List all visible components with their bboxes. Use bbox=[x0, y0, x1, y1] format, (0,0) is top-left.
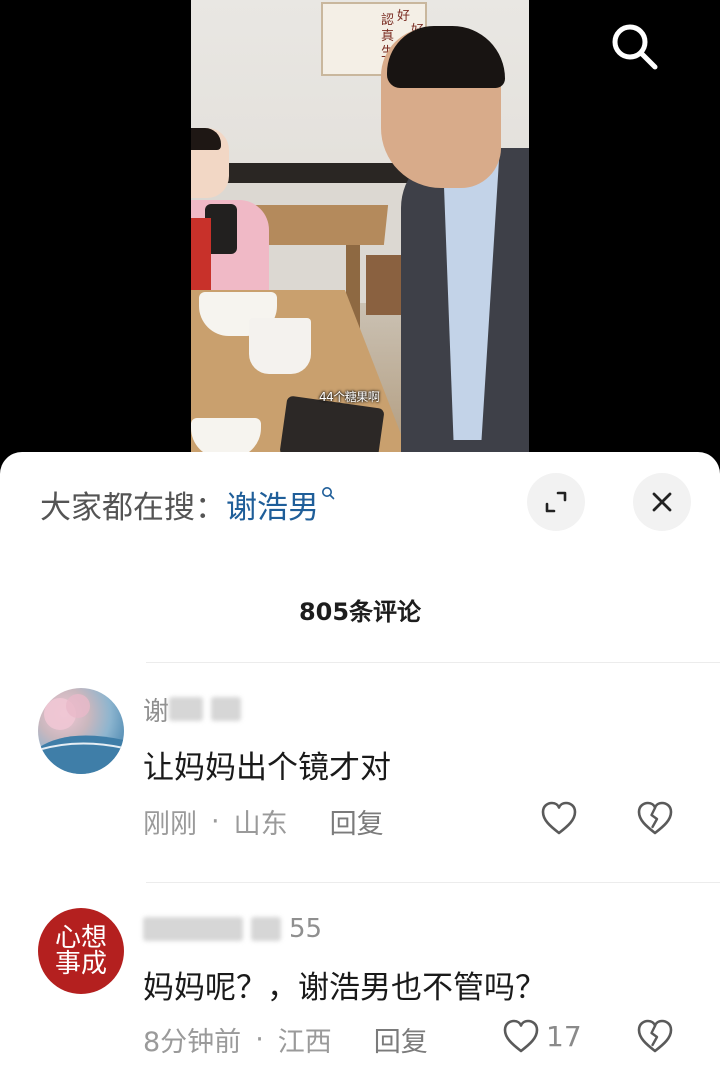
dislike-button[interactable] bbox=[636, 1018, 674, 1054]
comment-username[interactable]: 谢 bbox=[143, 694, 249, 727]
video-player[interactable]: 好 好 認 真 生 活 44个糖果啊 bbox=[0, 0, 720, 460]
divider bbox=[146, 882, 720, 883]
broken-heart-icon bbox=[637, 1019, 673, 1053]
search-button[interactable] bbox=[606, 20, 662, 76]
comment-location: 山东 bbox=[233, 809, 288, 840]
username-blur bbox=[143, 917, 243, 941]
like-button[interactable]: 17 bbox=[502, 1018, 582, 1054]
video-man-hair bbox=[387, 26, 505, 88]
avatar[interactable]: 心想事成 bbox=[38, 908, 124, 994]
username-blur bbox=[169, 697, 204, 721]
meta-dot: · bbox=[211, 806, 220, 837]
search-icon bbox=[612, 24, 658, 70]
poster-char: 好 bbox=[397, 9, 411, 24]
expand-icon bbox=[545, 491, 567, 513]
broken-heart-icon bbox=[637, 801, 673, 835]
comment-text: 妈妈呢？，谢浩男也不管吗？ bbox=[143, 970, 546, 1006]
video-cup bbox=[249, 318, 311, 374]
comment-item[interactable]: 谢 让妈妈出个镜才对 刚刚 · 山东 回复 bbox=[0, 680, 720, 860]
comment-meta: 8分钟前 · 江西 回复 bbox=[143, 1020, 428, 1059]
video-caption: 44个糖果啊 bbox=[319, 390, 380, 404]
username-blur bbox=[211, 697, 242, 721]
expand-button[interactable] bbox=[527, 473, 585, 531]
poster-char: 認 bbox=[381, 13, 395, 28]
comment-item[interactable]: 心想事成 55 妈妈呢？，谢浩男也不管吗？ 8分钟前 · 江西 回复 17 bbox=[0, 900, 720, 1068]
like-button[interactable] bbox=[540, 800, 584, 836]
comment-count-title: 805条评论 bbox=[298, 598, 422, 626]
comment-time: 8分钟前 bbox=[143, 1027, 242, 1058]
dislike-button[interactable] bbox=[636, 800, 674, 836]
avatar[interactable] bbox=[38, 688, 124, 774]
close-icon bbox=[652, 492, 672, 512]
heart-icon bbox=[541, 801, 577, 835]
hot-search-row[interactable]: 大家都在搜： 谢浩男 bbox=[40, 482, 335, 526]
comment-location: 江西 bbox=[277, 1027, 332, 1058]
like-count: 17 bbox=[546, 1019, 582, 1053]
hot-search-icon bbox=[321, 485, 335, 504]
meta-dot: · bbox=[255, 1024, 264, 1055]
close-button[interactable] bbox=[633, 473, 691, 531]
username-text: 谢 bbox=[143, 696, 170, 727]
video-drink-can bbox=[191, 218, 211, 296]
comment-meta: 刚刚 · 山东 回复 bbox=[143, 802, 384, 841]
username-text: 55 bbox=[289, 914, 323, 944]
heart-icon bbox=[503, 1019, 539, 1053]
comment-time: 刚刚 bbox=[143, 809, 197, 840]
avatar-text: 心想事成 bbox=[54, 923, 107, 979]
divider bbox=[146, 662, 720, 663]
hot-search-label: 大家都在搜： bbox=[40, 489, 226, 526]
reply-button[interactable]: 回复 bbox=[330, 802, 384, 841]
reply-button[interactable]: 回复 bbox=[374, 1020, 428, 1059]
poster-char: 真 bbox=[381, 29, 395, 44]
comment-username[interactable]: 55 bbox=[143, 914, 322, 944]
comment-text: 让妈妈出个镜才对 bbox=[143, 750, 391, 786]
comment-sheet: 大家都在搜： 谢浩男 805条评论 谢 让妈妈出个镜才对 刚刚 · 山东 回复 … bbox=[0, 452, 720, 1068]
hot-search-term[interactable]: 谢浩男 bbox=[226, 482, 319, 527]
username-blur bbox=[251, 917, 281, 941]
